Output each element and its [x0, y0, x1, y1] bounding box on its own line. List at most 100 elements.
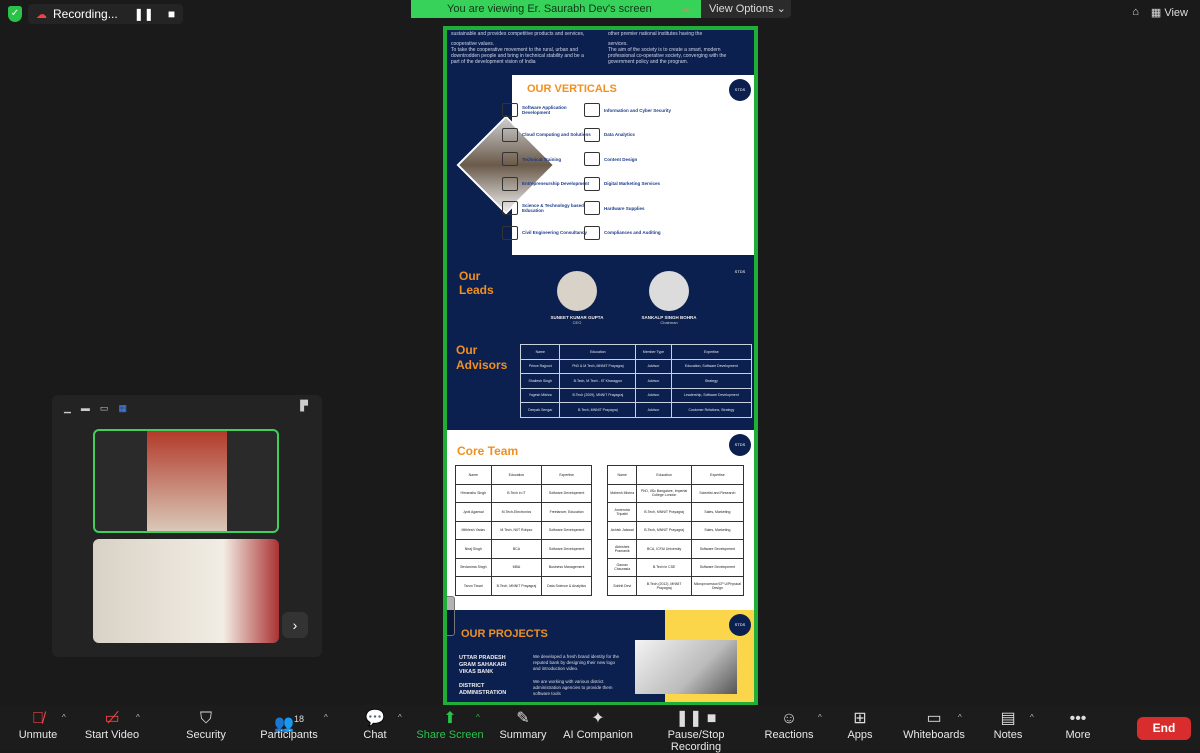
vertical-label: Civil Engineering Consultancy: [522, 230, 588, 235]
security-shield-icon[interactable]: ✓: [8, 6, 22, 22]
pause-stop-recording-button[interactable]: ❚❚ ■ Pause/Stop Recording: [642, 705, 750, 753]
chevron-up-icon[interactable]: ^: [818, 713, 822, 722]
end-meeting-button[interactable]: End: [1137, 717, 1191, 740]
reactions-button[interactable]: ☺ Reactions: [764, 705, 814, 750]
table-cell: Niraj Singh: [455, 539, 492, 559]
vertical-label: Technical Training: [522, 156, 562, 162]
security-button[interactable]: ⛉ Security: [182, 705, 230, 750]
hardware-icon: [584, 201, 600, 215]
stop-recording-icon[interactable]: ■: [168, 7, 175, 21]
table-cell: PhD, IISc Bangalore, Imperial College Lo…: [636, 483, 692, 503]
intro-section: sustainable and provides competitive pro…: [447, 30, 754, 75]
project-desc: We developed a fresh brand identity for …: [533, 654, 619, 671]
audit-icon: [584, 225, 600, 240]
chevron-up-icon[interactable]: ^: [958, 713, 962, 722]
ai-companion-button[interactable]: ✦ AI Companion: [562, 705, 634, 750]
view-options-button[interactable]: View Options ⌄: [701, 0, 791, 18]
column-header: Name: [455, 465, 492, 485]
participant-video[interactable]: [93, 539, 279, 643]
column-header: Education: [559, 344, 637, 360]
video-panel: ▁ ▬ ▭ ▦ ▛ ›: [52, 395, 322, 657]
table-cell: Deepak Sengar: [519, 402, 561, 418]
apps-button[interactable]: ⊞ Apps: [842, 705, 878, 750]
pause-recording-icon[interactable]: ❚❚: [134, 7, 154, 21]
vertical-item: Entrepreneurship Development: [502, 176, 592, 191]
table-row: Niraj Singh BCA Software Development: [455, 539, 592, 559]
table-cell: Sales, Marketing: [690, 520, 745, 540]
whiteboards-button[interactable]: ▭ Whiteboards: [902, 705, 966, 750]
intro-text: To take the cooperative movement to the …: [451, 47, 584, 65]
column-header: Member Type: [635, 344, 672, 360]
vertical-label: Hardware Supplies: [604, 205, 645, 211]
start-video-button[interactable]: ▭̸ Start Video: [80, 705, 144, 750]
table-cell: Gaurav Chaurasia: [606, 557, 638, 577]
gallery-grid-icon[interactable]: ▦: [118, 403, 127, 414]
core-team-section: Core Team STDS Name Education Expertise Him…: [447, 430, 754, 610]
vertical-item: Science & Technology based Education: [502, 201, 592, 215]
table-cell: Ashish Jaiswal: [606, 520, 638, 540]
participants-button[interactable]: 👥18 Participants: [258, 705, 320, 750]
collapse-handle[interactable]: [447, 596, 455, 636]
table-cell: M.Tech-Electronics: [490, 502, 543, 522]
vertical-label: Information and Cyber Security: [604, 107, 672, 113]
table-row: Deepak Sengar B.Tech, MNNIT Prayagraj Advi…: [519, 402, 753, 418]
table-cell: Software Development: [541, 539, 592, 559]
table-cell: Shailesh Singh: [519, 373, 561, 389]
participant-video-active[interactable]: [93, 429, 279, 533]
table-cell: B.Tech, MNNIT Prayagraj: [636, 502, 692, 522]
summary-button[interactable]: ✎ Summary: [498, 705, 548, 750]
chevron-up-icon[interactable]: ^: [136, 713, 140, 722]
chevron-up-icon[interactable]: ^: [1030, 713, 1034, 722]
chat-button[interactable]: 💬 Chat: [356, 705, 394, 750]
shield-icon: ⛉: [199, 710, 212, 727]
chevron-up-icon[interactable]: ^: [476, 713, 480, 722]
next-page-button[interactable]: ›: [282, 612, 308, 638]
table-cell: B.Tech, M.Tech - IIT Kharagpur: [559, 373, 637, 389]
table-cell: Prince Rajpoot: [519, 358, 561, 374]
table-cell: B.Tech, MNNIT Prayagraj: [559, 402, 637, 418]
unmute-button[interactable]: 🎙̸ Unmute: [12, 705, 64, 750]
chevron-up-icon[interactable]: ^: [62, 713, 66, 722]
view-button[interactable]: ▦ View: [1151, 6, 1188, 19]
minimize-icon[interactable]: ▁: [64, 403, 71, 414]
column-header: Expertise: [690, 465, 745, 485]
vertical-item: Hardware Supplies: [584, 201, 674, 215]
table-row: Mahesh Mishra PhD, IISc Bangalore, Imperi…: [606, 483, 745, 503]
table-cell: PhD & M.Tech, MNNIT Prayagraj: [559, 358, 637, 374]
viewing-text: You are viewing Er. Saurabh Dev's screen: [447, 3, 652, 15]
more-button[interactable]: ••• More: [1060, 705, 1096, 750]
table-cell: Mithlesh Yadav: [455, 520, 492, 540]
table-cell: Advisor: [635, 402, 672, 418]
view-label: View: [1164, 7, 1188, 19]
entrepreneurship-icon: [502, 176, 518, 191]
summary-icon: ✎: [516, 710, 530, 727]
apps-icon: ⊞: [853, 710, 867, 727]
chevron-up-icon[interactable]: ^: [324, 713, 328, 722]
table-row: Ashish Jaiswal B.Tech, MNNIT Prayagraj Sal…: [606, 520, 745, 540]
immersive-icon[interactable]: ⌂: [1132, 6, 1139, 19]
table-cell: Advisor: [635, 358, 672, 374]
meeting-toolbar: 🎙̸ Unmute ^ ▭̸ Start Video ^ ⛉ Security 👥18…: [0, 705, 1200, 753]
vertical-label: Data Analytics: [604, 132, 635, 137]
share-screen-button[interactable]: ⬆ Share Screen: [416, 705, 484, 750]
table-cell: Education, Software Development: [670, 358, 753, 374]
chevron-up-icon[interactable]: ^: [398, 713, 402, 722]
cloud-icon: [502, 127, 518, 142]
table-cell: Tarun Tiwari: [455, 576, 492, 596]
table-cell: Abhishek Pramanik: [606, 539, 638, 559]
table-cell: Jyoti Agarwal: [455, 502, 492, 522]
vertical-label: Entrepreneurship Development: [522, 181, 590, 186]
table-cell: Sevlamma Singh: [455, 557, 492, 577]
muted-mic-icon: 🎙̸: [32, 710, 44, 727]
vertical-item: Cloud Computing and Solutions: [502, 127, 592, 142]
speaker-view-icon[interactable]: ▬: [81, 403, 90, 414]
side-by-side-icon[interactable]: ▛: [300, 401, 308, 412]
table-row: Gaurav Chaurasia B.Tech in CSE Software De…: [606, 557, 745, 577]
table-cell: B.Tech (2009), MNNIT Prayagraj: [559, 387, 637, 403]
notes-button[interactable]: ▤ Notes: [990, 705, 1026, 750]
thumbnail-view-icon[interactable]: ▭: [100, 403, 109, 414]
vertical-label: Compliances and Auditing: [604, 230, 661, 235]
column-header: Name: [606, 465, 638, 485]
table-row: Sobhit Devi B.Tech (2012), MNNIT Prayagra…: [606, 576, 745, 596]
core-team-table-left: Name Education Expertise Himanshu Singh B.Te…: [455, 465, 592, 596]
